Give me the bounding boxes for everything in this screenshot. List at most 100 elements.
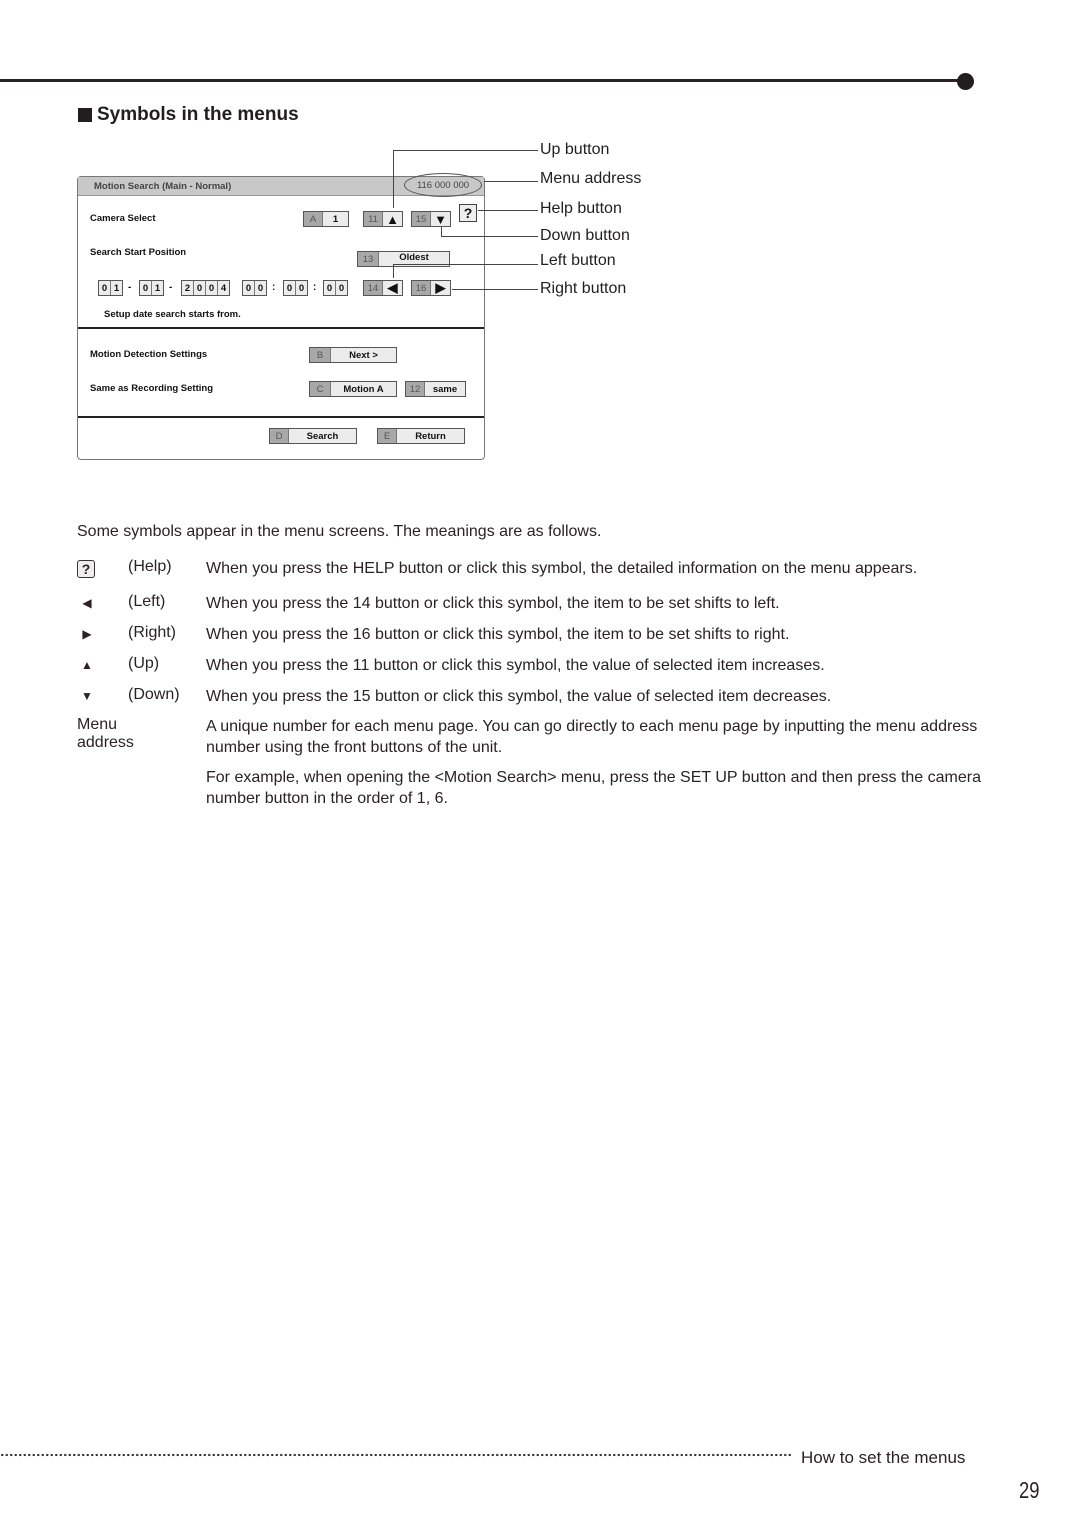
key-label: 14 [364, 281, 383, 295]
year-field[interactable]: 2004 [181, 280, 230, 296]
callout-up-button: Up button [540, 141, 610, 158]
key-label: C [310, 382, 331, 396]
key-label: 13 [358, 252, 379, 266]
value-label: same [432, 383, 458, 395]
value-label: Search [306, 430, 339, 442]
callout-help-button: Help button [540, 200, 622, 217]
symbol-name: (Left) [128, 593, 166, 610]
digit: 2 [182, 281, 194, 295]
motion-a-button[interactable]: C Motion A [309, 381, 397, 397]
date-separator: - [169, 282, 173, 293]
footer-section: How to set the menus [801, 1448, 966, 1467]
callout-left-button: Left button [540, 252, 616, 269]
symbol-description: When you press the 15 button or click th… [206, 688, 832, 705]
up-arrow-icon: ▲ [386, 211, 399, 227]
key-label: 15 [412, 212, 431, 226]
up-arrow-icon: ▲ [81, 658, 93, 672]
down-arrow-icon: ▼ [81, 689, 93, 703]
square-bullet-icon [78, 108, 92, 122]
digit: 0 [257, 282, 264, 294]
symbol-name: (Down) [128, 686, 180, 703]
right-button[interactable]: 16 ▶ [411, 280, 451, 296]
key-label: D [270, 429, 289, 443]
callout-line-up [393, 150, 394, 208]
motion-detection-label: Motion Detection Settings [90, 349, 208, 360]
value-label: Return [415, 430, 446, 442]
key-label: 11 [364, 212, 383, 226]
digit: 0 [99, 281, 111, 295]
symbol-name: (Right) [128, 624, 177, 641]
second-field[interactable]: 00 [323, 280, 348, 296]
digit: 0 [194, 281, 206, 295]
digit: 4 [220, 282, 227, 294]
digit: 0 [243, 281, 255, 295]
top-rule [0, 79, 966, 82]
date-separator: - [128, 282, 132, 293]
time-separator: : [272, 282, 276, 293]
up-button[interactable]: 11 ▲ [363, 211, 403, 227]
top-rule-dot [957, 73, 974, 90]
right-arrow-icon: ▶ [435, 280, 446, 295]
symbol-description: When you press the 16 button or click th… [206, 626, 790, 643]
callout-line-help [478, 210, 538, 211]
minute-field[interactable]: 00 [283, 280, 308, 296]
key-label: A [304, 212, 323, 226]
callout-down-button: Down button [540, 227, 630, 244]
callout-line-address [484, 181, 538, 182]
menu-address-desc1: A unique number for each menu page. You … [206, 718, 978, 756]
menu-address-term: Menu address [77, 716, 134, 751]
search-button[interactable]: D Search [269, 428, 357, 444]
day-field[interactable]: 01 [98, 280, 123, 296]
callout-line-left [393, 264, 394, 278]
same-button[interactable]: 12 same [405, 381, 466, 397]
callout-line-down [441, 227, 442, 236]
symbol-description: When you press the HELP button or click … [206, 560, 918, 577]
footer-leader-dots [0, 1452, 792, 1458]
symbol-description: When you press the 14 button or click th… [206, 595, 780, 612]
camera-select-button[interactable]: A 1 [303, 211, 349, 227]
digit: 0 [338, 282, 345, 294]
section-title-text: Symbols in the menus [97, 104, 299, 125]
camera-select-label: Camera Select [90, 213, 156, 224]
key-label: B [310, 348, 331, 362]
time-separator: : [313, 282, 317, 293]
digit: 0 [140, 281, 152, 295]
same-as-recording-label: Same as Recording Setting [90, 383, 214, 394]
help-icon: ? [77, 560, 95, 578]
value-label: 1 [332, 213, 339, 225]
value-label: Next > [349, 349, 378, 361]
intro-text: Some symbols appear in the menu screens.… [77, 523, 602, 540]
help-button[interactable]: ? [459, 204, 477, 222]
menu-title: Motion Search (Main - Normal) [94, 181, 232, 192]
section-title: Symbols in the menus [78, 104, 299, 126]
digit: 1 [113, 282, 120, 294]
callout-menu-address: Menu address [540, 170, 642, 187]
key-label: 12 [406, 382, 425, 396]
callout-line-up [393, 150, 538, 151]
key-label: E [378, 429, 397, 443]
next-button[interactable]: B Next > [309, 347, 397, 363]
digit: 0 [324, 281, 336, 295]
divider [78, 327, 484, 329]
left-arrow-icon: ◀ [387, 280, 398, 295]
month-field[interactable]: 01 [139, 280, 164, 296]
left-button[interactable]: 14 ◀ [363, 280, 403, 296]
digit: 0 [298, 282, 305, 294]
left-arrow-icon: ◀ [82, 596, 92, 610]
divider [78, 416, 484, 418]
down-arrow-icon: ▼ [434, 211, 447, 227]
key-label: 16 [412, 281, 431, 295]
callout-line-down [441, 236, 538, 237]
symbol-description: When you press the 11 button or click th… [206, 657, 825, 674]
symbol-name: (Up) [128, 655, 160, 672]
callout-right-button: Right button [540, 280, 627, 297]
callout-line-left [393, 264, 538, 265]
hint-text: Setup date search starts from. [104, 309, 241, 320]
return-button[interactable]: E Return [377, 428, 465, 444]
symbol-name: (Help) [128, 558, 172, 575]
callout-line-right [452, 289, 538, 290]
menu-address-desc2: For example, when opening the <Motion Se… [206, 769, 981, 807]
digit: 1 [154, 282, 161, 294]
hour-field[interactable]: 00 [242, 280, 267, 296]
down-button[interactable]: 15 ▼ [411, 211, 451, 227]
